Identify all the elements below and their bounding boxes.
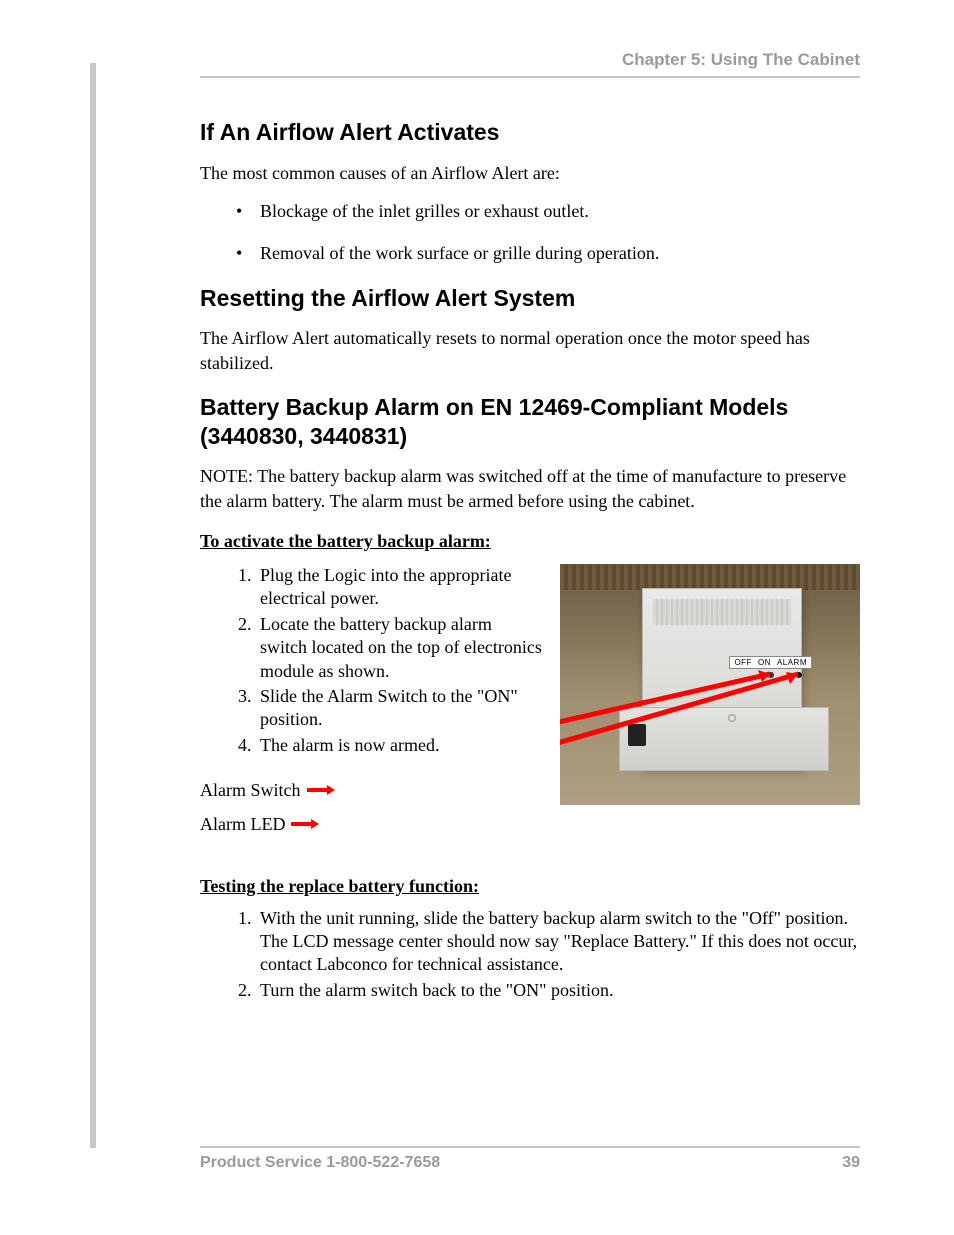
activate-steps-list: Plug the Logic into the appropriate elec… — [256, 564, 542, 757]
list-item: With the unit running, slide the battery… — [256, 907, 860, 977]
callout-alarm-led: Alarm LED — [200, 807, 542, 841]
page-content: Chapter 5: Using The Cabinet If An Airfl… — [200, 50, 860, 1004]
callout-arrows-icon — [560, 564, 860, 805]
list-item: Locate the battery backup alarm switch l… — [256, 613, 542, 683]
activate-left-column: Plug the Logic into the appropriate elec… — [200, 562, 542, 842]
list-item: Slide the Alarm Switch to the "ON" posit… — [256, 685, 542, 732]
heading-airflow-alert: If An Airflow Alert Activates — [200, 118, 860, 147]
heading-battery-backup: Battery Backup Alarm on EN 12469-Complia… — [200, 393, 860, 451]
left-gutter-rule — [90, 63, 96, 1148]
callout-alarm-switch: Alarm Switch — [200, 773, 542, 807]
list-item: Removal of the work surface or grille du… — [260, 241, 860, 265]
arrow-right-icon — [291, 818, 319, 830]
callout-label: Alarm Switch — [200, 773, 301, 807]
list-item: The alarm is now armed. — [256, 734, 542, 757]
airflow-intro: The most common causes of an Airflow Ale… — [200, 161, 860, 185]
resetting-body: The Airflow Alert automatically resets t… — [200, 326, 860, 375]
activate-two-column: Plug the Logic into the appropriate elec… — [200, 562, 860, 842]
footer-service: Product Service 1-800-522-7658 — [200, 1154, 440, 1172]
testing-subheading: Testing the replace battery function: — [200, 876, 860, 897]
callout-label: Alarm LED — [200, 807, 285, 841]
list-item: Turn the alarm switch back to the "ON" p… — [256, 979, 860, 1002]
heading-resetting: Resetting the Airflow Alert System — [200, 284, 860, 313]
testing-steps-list: With the unit running, slide the battery… — [256, 907, 860, 1003]
page-footer: Product Service 1-800-522-7658 39 — [200, 1146, 860, 1172]
list-item: Blockage of the inlet grilles or exhaust… — [260, 199, 860, 223]
activate-right-column: OFF ON ALARM — [560, 562, 860, 805]
arrow-right-icon — [307, 784, 335, 796]
photo-callouts: Alarm Switch Alarm LED — [200, 773, 542, 841]
list-item: Plug the Logic into the appropriate elec… — [256, 564, 542, 611]
activate-subheading: To activate the battery backup alarm: — [200, 531, 860, 552]
document-page: Chapter 5: Using The Cabinet If An Airfl… — [0, 0, 954, 1235]
electronics-module-photo: OFF ON ALARM — [560, 564, 860, 805]
chapter-header: Chapter 5: Using The Cabinet — [200, 50, 860, 78]
battery-note: NOTE: The battery backup alarm was switc… — [200, 464, 860, 513]
footer-page-number: 39 — [842, 1154, 860, 1172]
airflow-causes-list: Blockage of the inlet grilles or exhaust… — [200, 199, 860, 266]
